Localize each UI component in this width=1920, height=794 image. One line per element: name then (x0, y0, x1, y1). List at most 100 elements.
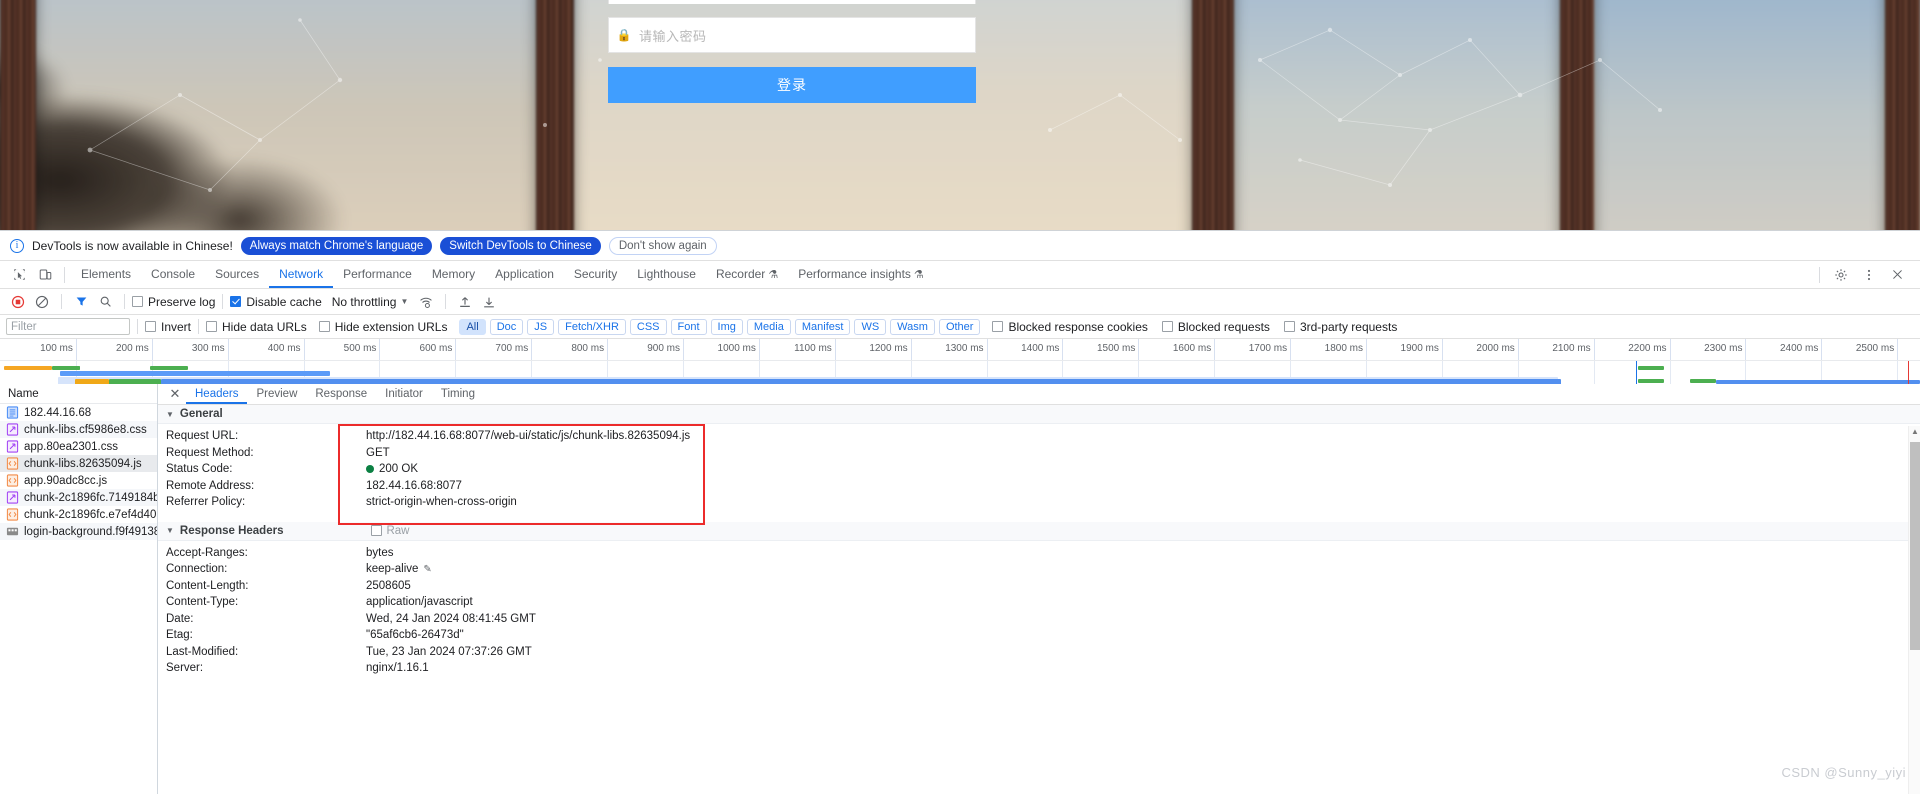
filter-chip-js[interactable]: JS (527, 318, 555, 335)
request-name: app.90adc8cc.js (24, 474, 108, 487)
request-row[interactable]: chunk-2c1896fc.7149184b.css (0, 489, 157, 506)
filter-chip-all[interactable]: All (459, 318, 486, 335)
timeline-tick: 1800 ms (1325, 339, 1367, 360)
gear-icon[interactable] (1828, 263, 1854, 287)
request-row[interactable]: app.80ea2301.css (0, 438, 157, 455)
filter-chip-css[interactable]: CSS (629, 318, 667, 335)
response-header-rows: Accept-Ranges: bytes Connection: keep-alive… (158, 541, 1920, 677)
checkbox-box (145, 321, 156, 332)
tab-performance-insights[interactable]: Performance insights ⚗ (788, 261, 934, 288)
timeline-tick-label: 2300 ms (1704, 343, 1743, 354)
timeline-tick-label: 1100 ms (794, 343, 832, 354)
filter-chip-other[interactable]: Other (938, 318, 981, 335)
tab-sources[interactable]: Sources (205, 261, 269, 288)
inspect-element-icon[interactable] (6, 263, 32, 287)
request-name: chunk-libs.cf5986e8.css (24, 423, 147, 436)
tab-application[interactable]: Application (485, 261, 564, 288)
preserve-log-checkbox[interactable]: Preserve log (132, 295, 215, 309)
network-toolbar: Preserve log Disable cache No throttling… (0, 289, 1920, 315)
more-options-icon[interactable] (1856, 263, 1882, 287)
import-har-icon[interactable] (453, 291, 477, 313)
switch-to-chinese-button[interactable]: Switch DevTools to Chinese (440, 236, 601, 255)
tab-lighthouse[interactable]: Lighthouse (627, 261, 706, 288)
script-icon (6, 474, 19, 487)
close-detail-icon[interactable]: ✕ (164, 386, 186, 402)
device-toolbar-icon[interactable] (32, 263, 58, 287)
request-row[interactable]: login-background.f9f49138.jpg (0, 523, 157, 540)
dont-show-again-button[interactable]: Don't show again (608, 236, 717, 255)
export-har-icon[interactable] (477, 291, 501, 313)
always-match-language-button[interactable]: Always match Chrome's language (240, 236, 433, 255)
detail-tab-timing[interactable]: Timing (432, 384, 484, 404)
filter-input[interactable] (6, 318, 130, 335)
raw-toggle[interactable]: Raw (371, 525, 409, 537)
request-name: app.80ea2301.css (24, 440, 118, 453)
edit-header-icon[interactable]: ✎ (423, 564, 431, 575)
login-button[interactable]: 登录 (608, 67, 976, 103)
column-header-name[interactable]: Name (0, 384, 157, 404)
search-icon[interactable] (93, 291, 117, 313)
filter-chip-img[interactable]: Img (710, 318, 743, 335)
general-section-header[interactable]: ▼ General (158, 405, 1920, 424)
username-field[interactable] (608, 0, 976, 4)
tab-security[interactable]: Security (564, 261, 627, 288)
throttling-select[interactable]: No throttling ▼ (332, 295, 409, 309)
timeline-tick-label: 700 ms (495, 343, 529, 354)
detail-tab-preview[interactable]: Preview (247, 384, 306, 404)
filter-chip-doc[interactable]: Doc (489, 318, 524, 335)
preserve-log-label: Preserve log (148, 294, 216, 309)
hide-extension-urls-checkbox[interactable]: Hide extension URLs (318, 319, 448, 334)
flask-icon: ⚗ (913, 269, 924, 281)
watermark: CSDN @Sunny_yiyi (1781, 765, 1906, 780)
filter-icon[interactable] (69, 291, 93, 313)
request-row[interactable]: chunk-libs.cf5986e8.css (0, 421, 157, 438)
password-field[interactable]: 🔒 请输入密码 (608, 17, 976, 53)
filter-chip-wasm[interactable]: Wasm (890, 318, 935, 335)
timeline-ruler[interactable]: 100 ms 200 ms 300 ms 400 ms 500 ms 600 ms 700 … (0, 339, 1920, 361)
tab-network[interactable]: Network (269, 261, 333, 288)
clear-network-icon[interactable] (30, 291, 54, 313)
detail-tab-headers[interactable]: Headers (186, 384, 247, 404)
tab-performance[interactable]: Performance (333, 261, 422, 288)
record-stop-icon[interactable] (6, 291, 30, 313)
general-section-title: General (179, 408, 223, 420)
disable-cache-checkbox[interactable]: Disable cache (230, 295, 322, 309)
response-headers-title: Response Headers (179, 524, 284, 537)
filter-chip-media[interactable]: Media (746, 318, 791, 335)
hide-extension-urls-label: Hide extension URLs (334, 319, 448, 334)
tab-elements[interactable]: Elements (71, 261, 141, 288)
blocked-requests-checkbox[interactable]: Blocked requests (1161, 320, 1270, 334)
request-name: chunk-2c1896fc.e7ef4d40.js (24, 508, 157, 521)
scrollbar-thumb[interactable] (1910, 442, 1920, 650)
toolbar-divider (61, 294, 62, 309)
filter-chip-fetch-xhr[interactable]: Fetch/XHR (558, 318, 626, 335)
tab-recorder[interactable]: Recorder ⚗ (706, 261, 788, 288)
tab-performance-insights-label: Performance insights (798, 267, 911, 281)
timeline-tick-label: 400 ms (267, 343, 301, 354)
network-conditions-icon[interactable] (414, 291, 438, 313)
request-row[interactable]: chunk-2c1896fc.e7ef4d40.js (0, 506, 157, 523)
stylesheet-icon (6, 423, 19, 436)
filter-chip-manifest[interactable]: Manifest (794, 318, 851, 335)
third-party-requests-checkbox[interactable]: 3rd-party requests (1283, 320, 1397, 334)
hide-data-urls-checkbox[interactable]: Hide data URLs (206, 320, 307, 334)
invert-checkbox[interactable]: Invert (145, 320, 191, 334)
detail-tab-response[interactable]: Response (306, 384, 376, 404)
detail-tab-initiator[interactable]: Initiator (376, 384, 432, 404)
response-headers-section-header[interactable]: ▼ Response Headers Raw (158, 521, 1920, 541)
request-row[interactable]: app.90adc8cc.js (0, 472, 157, 489)
scroll-up-arrow[interactable]: ▲ (1909, 427, 1920, 436)
close-icon[interactable] (1884, 263, 1910, 287)
filter-chip-ws[interactable]: WS (854, 318, 887, 335)
tab-memory[interactable]: Memory (422, 261, 485, 288)
tab-console[interactable]: Console (141, 261, 205, 288)
header-key: Content-Length: (166, 579, 249, 592)
request-row[interactable]: chunk-libs.82635094.js (0, 455, 157, 472)
filter-chip-font[interactable]: Font (670, 318, 707, 335)
detail-scrollbar[interactable]: ▲ (1908, 426, 1920, 794)
header-value: keep-alive (366, 563, 419, 576)
header-row: Content-Type: application/javascript (158, 594, 1920, 611)
request-row[interactable]: 182.44.16.68 (0, 404, 157, 421)
blocked-response-cookies-checkbox[interactable]: Blocked response cookies (992, 320, 1148, 334)
network-lower-pane: Name 182.44.16.68 chunk-libs.cf5986e8.css… (0, 384, 1920, 794)
